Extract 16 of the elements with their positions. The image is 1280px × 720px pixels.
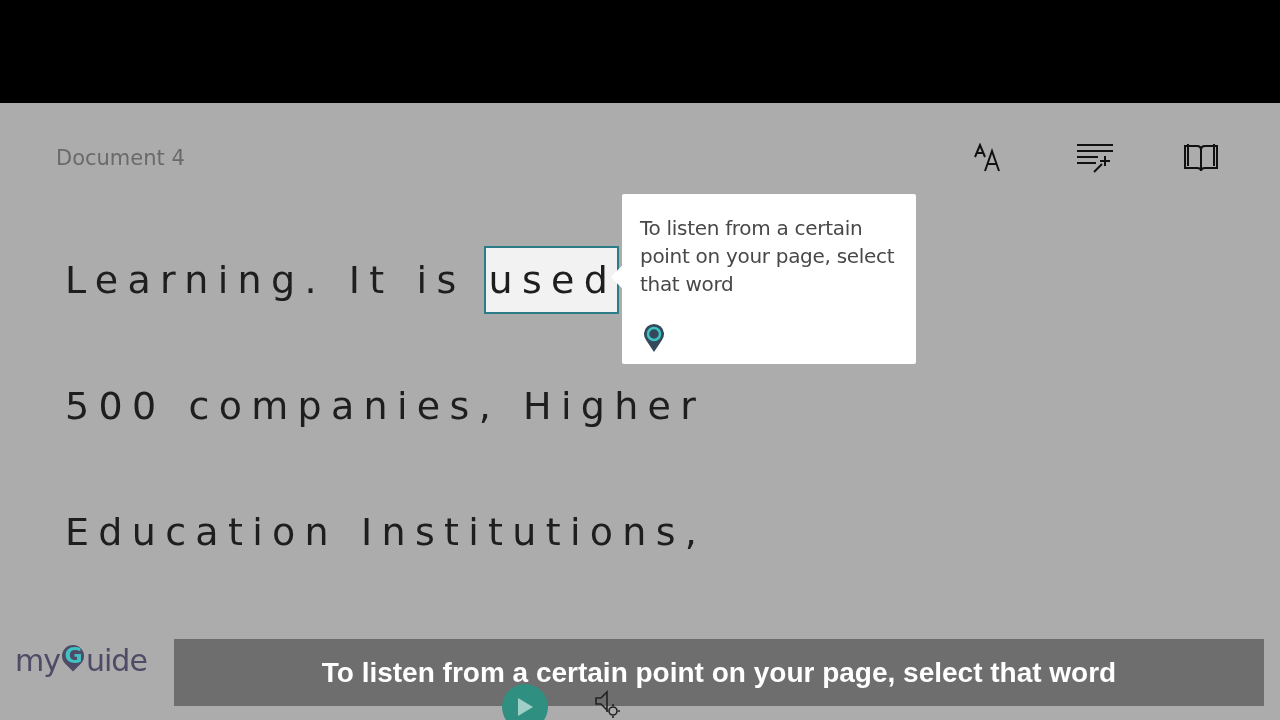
word[interactable]: Learning. xyxy=(60,246,328,314)
word[interactable]: is xyxy=(411,246,468,314)
highlighted-word[interactable]: used xyxy=(483,246,620,314)
play-icon xyxy=(516,697,534,717)
word[interactable]: Education xyxy=(60,498,340,566)
caption: To listen from a certain point on your page, select that word xyxy=(174,639,1264,706)
word[interactable]: companies, xyxy=(183,372,503,440)
word[interactable]: It xyxy=(343,246,396,314)
word[interactable]: Institutions, xyxy=(356,498,709,566)
document-title: Document 4 xyxy=(56,146,185,170)
speaker-settings-button[interactable] xyxy=(594,690,622,720)
tooltip-text: To listen from a certain point on your page, select that word xyxy=(640,215,896,298)
word[interactable]: 500 xyxy=(60,372,168,440)
pin-icon xyxy=(643,323,665,353)
word[interactable]: Higher xyxy=(518,372,708,440)
speaker-settings-icon xyxy=(594,690,622,720)
